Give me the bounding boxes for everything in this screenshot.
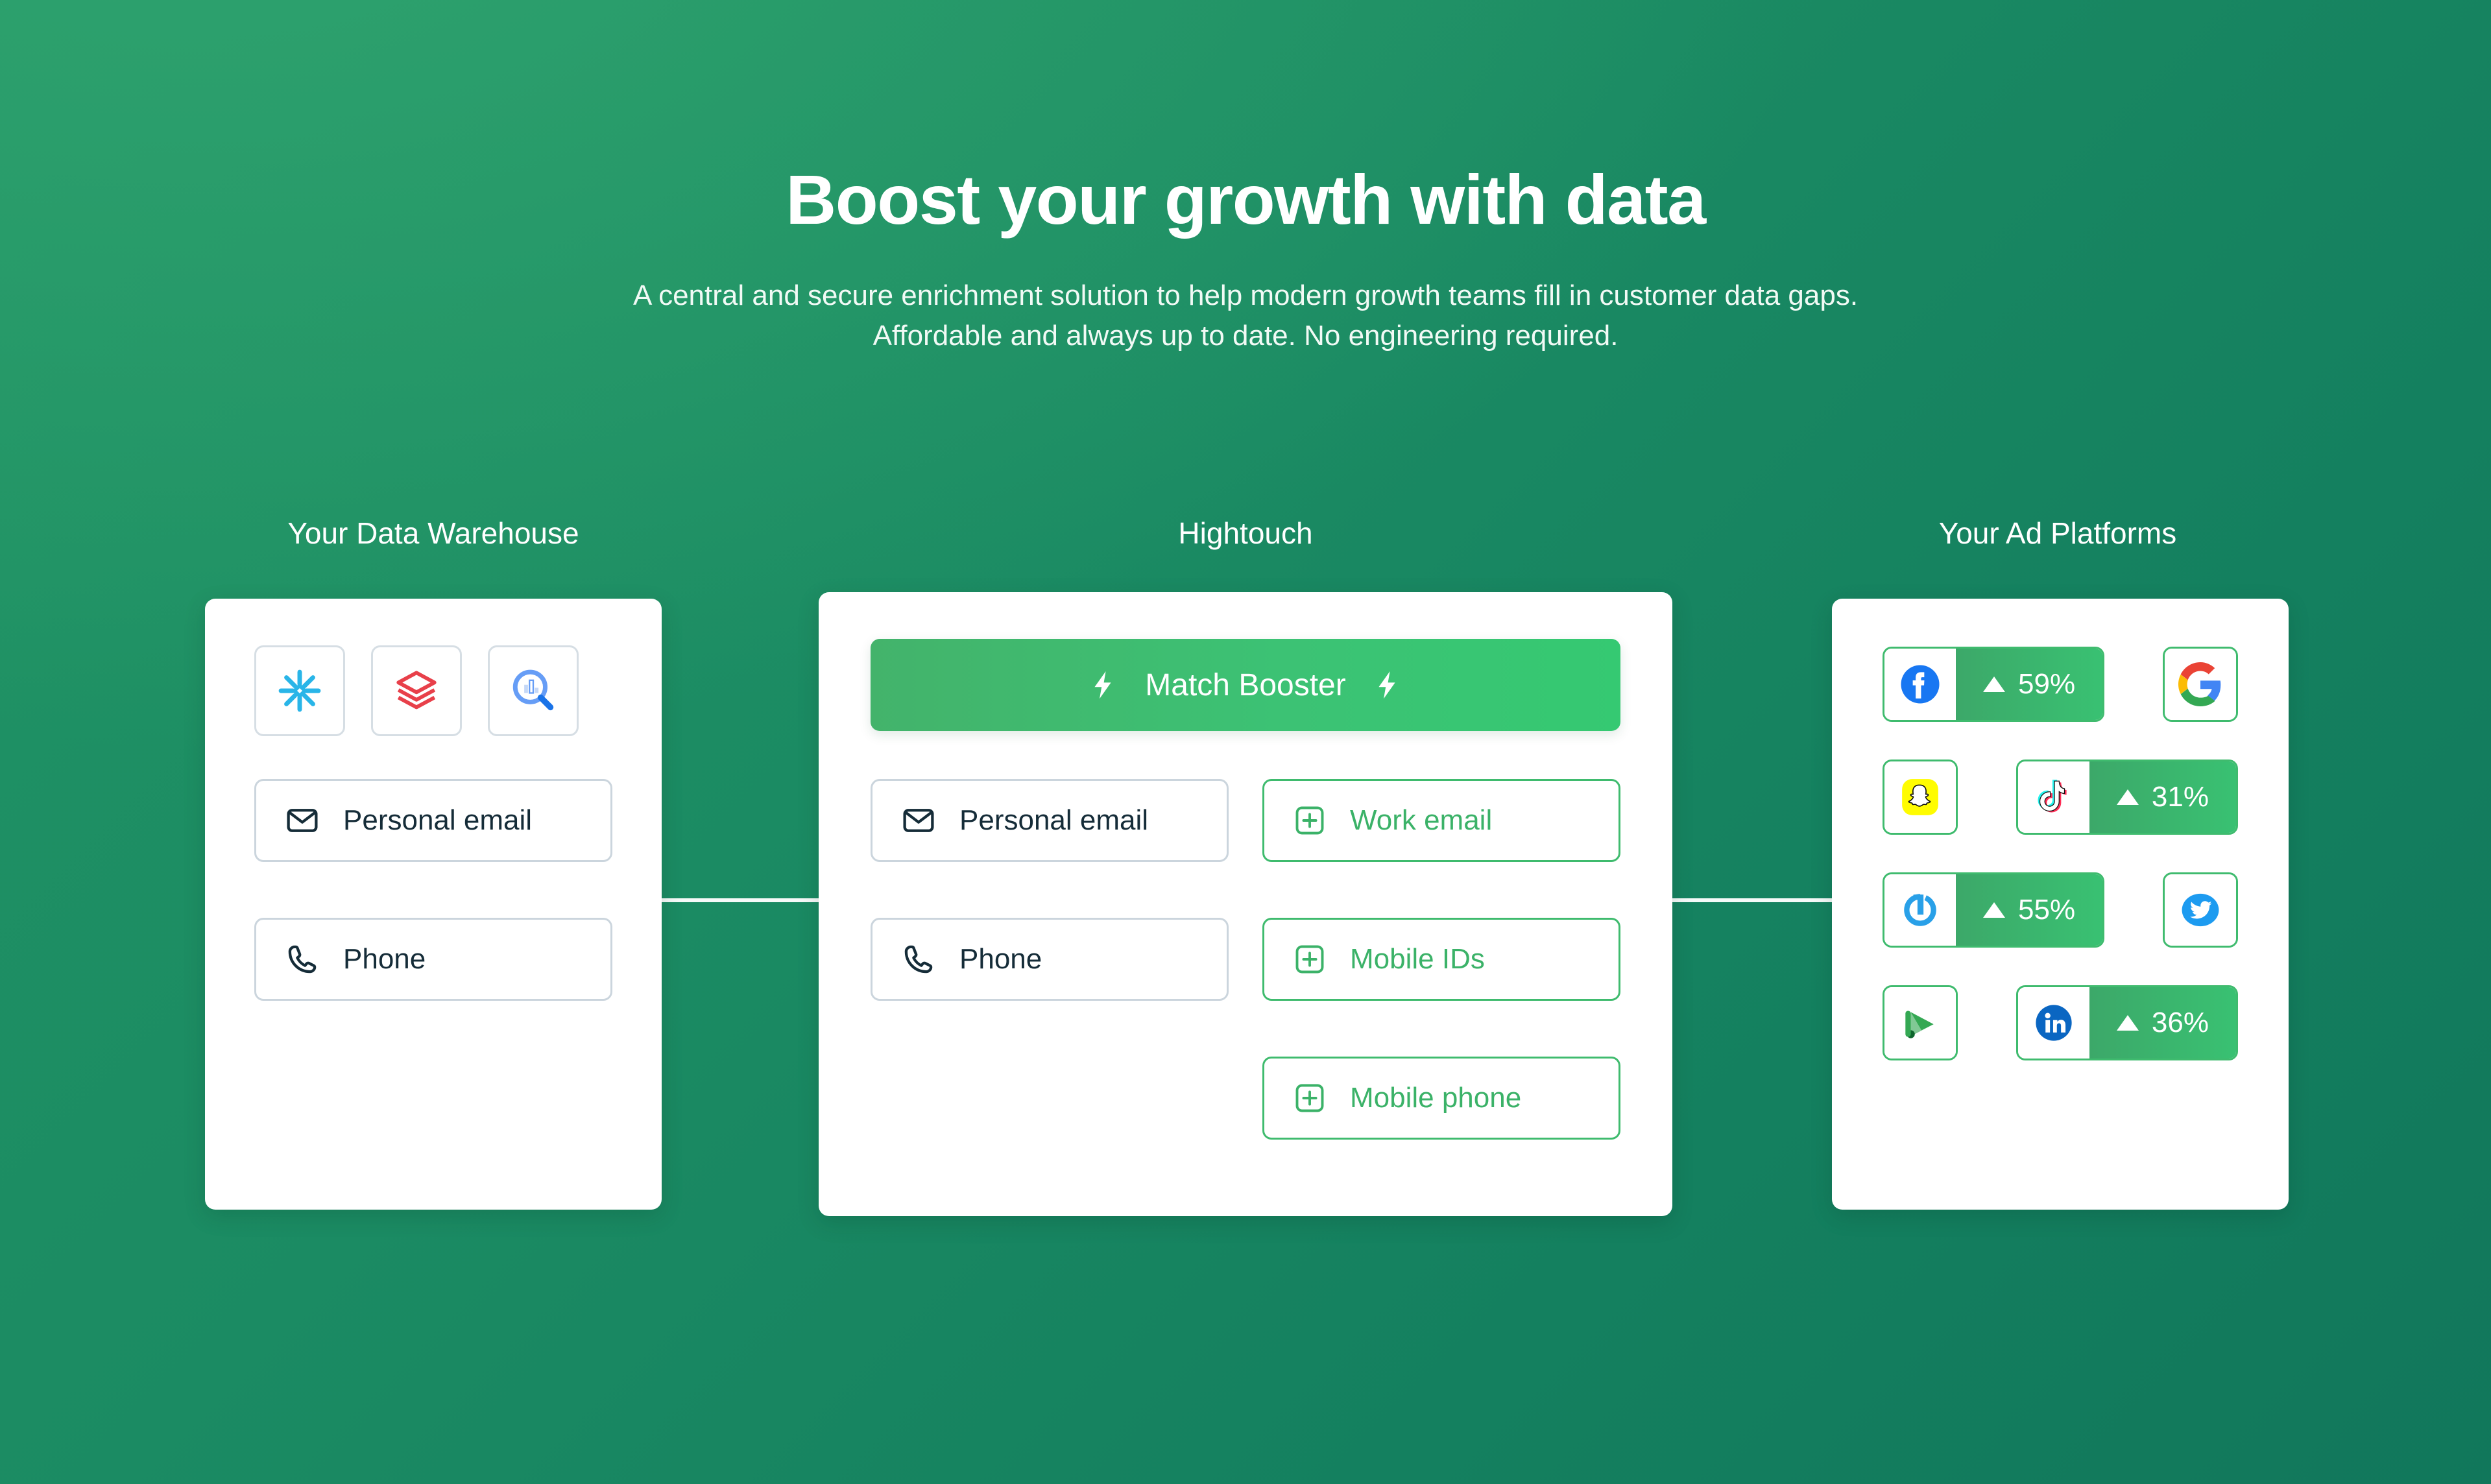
trend-up-icon [2116,1015,2139,1031]
ad-platform-twitter[interactable] [2163,872,2238,948]
ad-platform-row [1883,872,2238,948]
hightouch-field-personal-email[interactable]: Personal email [871,779,1229,862]
warehouse-field-phone[interactable]: Phone [254,918,612,1001]
plus-square-icon [1293,1081,1327,1115]
tiktok-logo-icon [2017,761,2089,833]
hero-section: Boost your growth with data A central an… [0,0,2491,357]
ad-platform-grid: 59% 31% 55% 36% [1883,647,2238,1060]
warehouse-field-label: Personal email [343,804,533,836]
match-booster-banner[interactable]: Match Booster [871,639,1620,731]
warehouse-field-label: Phone [343,943,426,975]
bigquery-logo-icon [509,667,557,715]
ad-platform-row: 36% [1883,985,2238,1060]
ad-platform-linkedin[interactable]: 36% [2016,985,2238,1060]
lightning-bolt-icon [1088,667,1119,703]
hightouch-field-label: Phone [959,943,1042,975]
linkedin-logo-icon [2017,987,2089,1059]
hightouch-enriched-field-work-email[interactable]: Work email [1262,779,1620,862]
ad-platform-stat: 36% [2089,987,2236,1059]
plus-square-icon [1293,942,1327,976]
hightouch-field-label: Personal email [959,804,1149,836]
hightouch-field-phone[interactable]: Phone [871,918,1229,1001]
card-ad-platforms: 59% 31% 55% 36% [1832,599,2289,1210]
ad-platform-tiktok[interactable]: 31% [2016,760,2238,835]
column-label-hightouch: Hightouch [1178,516,1313,550]
warehouse-logo-tile-databricks[interactable] [371,645,462,736]
hightouch-enriched-field-label: Mobile phone [1350,1082,1522,1114]
card-hightouch: Match Booster Personal email Phone Work … [819,592,1672,1216]
plus-square-icon [1293,804,1327,837]
databricks-logo-icon [392,667,440,715]
connector-line-hightouch-to-adplatforms [1671,898,1833,902]
page-title: Boost your growth with data [786,160,1706,239]
phone-icon [285,942,320,977]
ad-platform-row: 31% [1883,760,2238,835]
column-label-warehouse: Your Data Warehouse [287,516,579,550]
hightouch-enriched-field-mobile-ids[interactable]: Mobile IDs [1262,918,1620,1001]
hightouch-enriched-field-mobile-phone[interactable]: Mobile phone [1262,1057,1620,1140]
ad-platform-stat-value: 36% [2151,1007,2209,1038]
warehouse-field-personal-email[interactable]: Personal email [254,779,612,862]
trend-up-icon [2116,789,2139,805]
ad-platform-stat-value: 31% [2151,781,2209,813]
ad-platform-google[interactable] [2163,647,2238,722]
warehouse-logo-tile-snowflake[interactable] [254,645,345,736]
envelope-icon [285,803,320,838]
snowflake-logo-icon [276,667,324,715]
twitter-logo-icon [2165,874,2236,946]
ad-platform-stat: 31% [2089,761,2236,833]
hero-subtitle: A central and secure enrichment solution… [0,276,2491,357]
envelope-icon [901,803,936,838]
match-booster-label: Match Booster [1145,667,1346,702]
lightning-bolt-icon [1372,667,1403,703]
warehouse-logo-tile-bigquery[interactable] [488,645,579,736]
hightouch-enriched-field-label: Work email [1350,804,1493,836]
hero-subtitle-line-1: A central and secure enrichment solution… [632,279,1859,311]
hightouch-enriched-field-label: Mobile IDs [1350,943,1485,975]
card-data-warehouse: Personal email Phone [205,599,662,1210]
connector-line-warehouse-to-hightouch [660,898,820,902]
column-label-ad-platforms: Your Ad Platforms [1938,516,2177,550]
ad-platform-row [1883,647,2238,722]
phone-icon [901,942,936,977]
google-logo-icon [2165,649,2236,720]
hero-subtitle-line-2: Affordable and always up to date. No eng… [872,320,1619,352]
warehouse-logo-row [254,645,579,736]
